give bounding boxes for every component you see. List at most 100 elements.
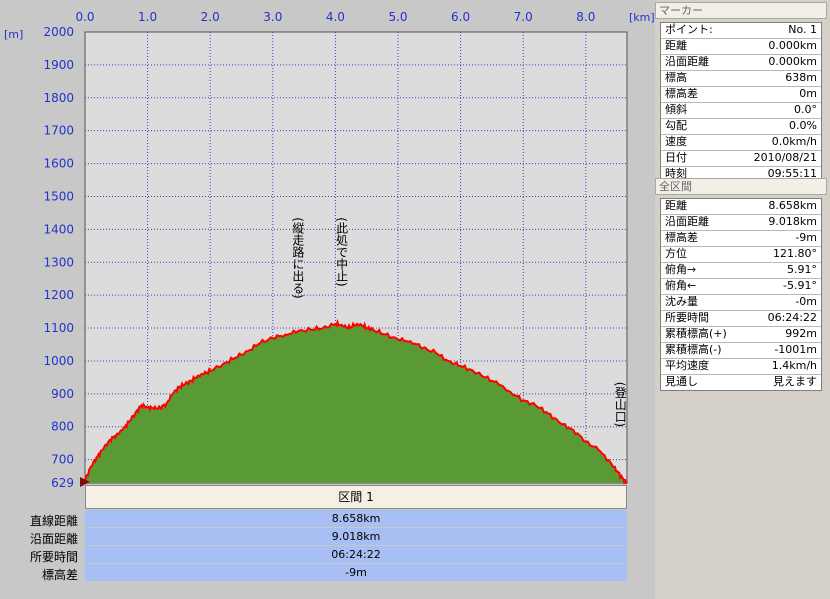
panel-label: 見通し <box>665 375 698 388</box>
section-stat-label: 直線距離 <box>29 514 78 528</box>
total-panel-row: 方位 121.80° <box>661 247 821 263</box>
panel-label: 傾斜 <box>665 103 687 116</box>
panel-label: 沈み量 <box>665 295 698 308</box>
annotation-label: (縦走路に出る) <box>291 217 305 298</box>
y-tick-label: 2000 <box>43 25 74 39</box>
panel-label: 距離 <box>665 199 687 212</box>
info-panel: マーカー ポイント: No. 1 距離 0.000km 沿面距離 0.000km 標高 638… <box>655 0 830 599</box>
section-stat-row: 標高差 -9m <box>0 564 627 582</box>
panel-label: 累積標高(-) <box>665 343 722 356</box>
elevation-chart[interactable]: 0.0 1.0 2.0 3.0 4.0 5.0 6.0 7.0 8.0 2000 1900 1800… <box>0 0 655 490</box>
marker-panel-row: ポイント: No. 1 <box>661 23 821 39</box>
panel-value: 638m <box>785 71 817 84</box>
panel-value: -9m <box>795 231 817 244</box>
panel-label: ポイント: <box>665 23 713 36</box>
total-panel-row: 標高差 -9m <box>661 231 821 247</box>
section-title[interactable]: 区間 1 <box>85 485 627 509</box>
section-stat-row: 沿面距離 9.018km <box>0 528 627 546</box>
total-panel-row: 距離 8.658km <box>661 199 821 215</box>
section-stat-label: 標高差 <box>41 568 78 582</box>
y-tick-label: 1000 <box>43 354 74 368</box>
panel-value: -0m <box>795 295 817 308</box>
y-tick-label: 800 <box>51 420 74 434</box>
total-panel-row: 沈み量 -0m <box>661 295 821 311</box>
y-tick-label: 1800 <box>43 91 74 105</box>
x-unit-label: [km] <box>629 11 655 24</box>
marker-panel-row: 標高 638m <box>661 71 821 87</box>
panel-value: 0.0% <box>789 119 817 132</box>
panel-value: 0m <box>799 87 817 100</box>
marker-panel-row: 傾斜 0.0° <box>661 103 821 119</box>
annotation-label: (登山口) <box>613 382 627 427</box>
panel-label: 所要時間 <box>665 311 709 324</box>
panel-value: 0.000km <box>768 55 817 68</box>
marker-panel-row: 速度 0.0km/h <box>661 135 821 151</box>
total-panel-header[interactable]: 全区間 <box>655 178 827 195</box>
panel-value: -1001m <box>774 343 817 356</box>
panel-label: 俯角← <box>665 279 697 292</box>
panel-value: 992m <box>785 327 817 340</box>
total-panel-row: 平均速度 1.4km/h <box>661 359 821 375</box>
y-tick-label: 1100 <box>43 321 74 335</box>
total-panel-row: 見通し 見えます <box>661 375 821 390</box>
panel-label: 日付 <box>665 151 687 164</box>
total-panel-row: 所要時間 06:24:22 <box>661 311 821 327</box>
panel-label: 累積標高(+) <box>665 327 727 340</box>
panel-label: 沿面距離 <box>665 215 709 228</box>
panel-label: 標高差 <box>665 231 698 244</box>
y-tick-label: 1900 <box>43 58 74 72</box>
marker-panel-row: 標高差 0m <box>661 87 821 103</box>
section-stat-row: 所要時間 06:24:22 <box>0 546 627 564</box>
x-tick-label: 7.0 <box>514 10 533 24</box>
panel-value: 8.658km <box>768 199 817 212</box>
y-unit-label: [m] <box>4 28 23 41</box>
panel-value: -5.91° <box>783 279 817 292</box>
marker-panel-row: 距離 0.000km <box>661 39 821 55</box>
panel-value: No. 1 <box>788 23 817 36</box>
panel-value: 0.0° <box>794 103 817 116</box>
panel-label: 俯角→ <box>665 263 697 276</box>
y-tick-label: 1300 <box>43 255 74 269</box>
y-tick-label: 700 <box>51 453 74 467</box>
total-panel-row: 俯角→ 5.91° <box>661 263 821 279</box>
annotation-label: (此処で中止) <box>335 217 349 286</box>
panel-value: 5.91° <box>787 263 817 276</box>
panel-label: 方位 <box>665 247 687 260</box>
marker-panel-row: 沿面距離 0.000km <box>661 55 821 71</box>
x-tick-label: 0.0 <box>75 10 94 24</box>
total-panel: 距離 8.658km 沿面距離 9.018km 標高差 -9m 方位 121.80° 俯角→ 5.… <box>660 198 822 391</box>
marker-panel-header[interactable]: マーカー <box>655 2 827 19</box>
panel-label: 速度 <box>665 135 687 148</box>
panel-label: 距離 <box>665 39 687 52</box>
y-tick-label: 1600 <box>43 157 74 171</box>
panel-label: 沿面距離 <box>665 55 709 68</box>
panel-value: 1.4km/h <box>771 359 817 372</box>
x-tick-labels: 0.0 1.0 2.0 3.0 4.0 5.0 6.0 7.0 8.0 <box>75 10 595 24</box>
panel-label: 標高差 <box>665 87 698 100</box>
marker-panel: ポイント: No. 1 距離 0.000km 沿面距離 0.000km 標高 638m 標高差 0… <box>660 22 822 183</box>
x-tick-label: 1.0 <box>138 10 157 24</box>
x-tick-label: 3.0 <box>263 10 282 24</box>
panel-value: 2010/08/21 <box>753 151 817 164</box>
total-panel-row: 累積標高(-) -1001m <box>661 343 821 359</box>
panel-value: 0.0km/h <box>771 135 817 148</box>
panel-label: 勾配 <box>665 119 687 132</box>
y-tick-label: 1200 <box>43 288 74 302</box>
panel-label: 平均速度 <box>665 359 709 372</box>
panel-value: 121.80° <box>773 247 817 260</box>
total-panel-row: 俯角← -5.91° <box>661 279 821 295</box>
y-min-label: 629 <box>51 476 74 490</box>
panel-value: 見えます <box>773 375 817 388</box>
marker-panel-row: 勾配 0.0% <box>661 119 821 135</box>
y-tick-label: 1500 <box>43 189 74 203</box>
panel-value: 06:24:22 <box>767 311 817 324</box>
panel-value: 9.018km <box>768 215 817 228</box>
marker-panel-row: 日付 2010/08/21 <box>661 151 821 167</box>
y-tick-label: 1700 <box>43 124 74 138</box>
x-tick-label: 5.0 <box>388 10 407 24</box>
panel-value: 0.000km <box>768 39 817 52</box>
section-stat-label: 沿面距離 <box>29 532 78 546</box>
x-tick-label: 4.0 <box>326 10 345 24</box>
section-stat-value: 9.018km <box>85 528 627 545</box>
x-tick-label: 2.0 <box>201 10 220 24</box>
